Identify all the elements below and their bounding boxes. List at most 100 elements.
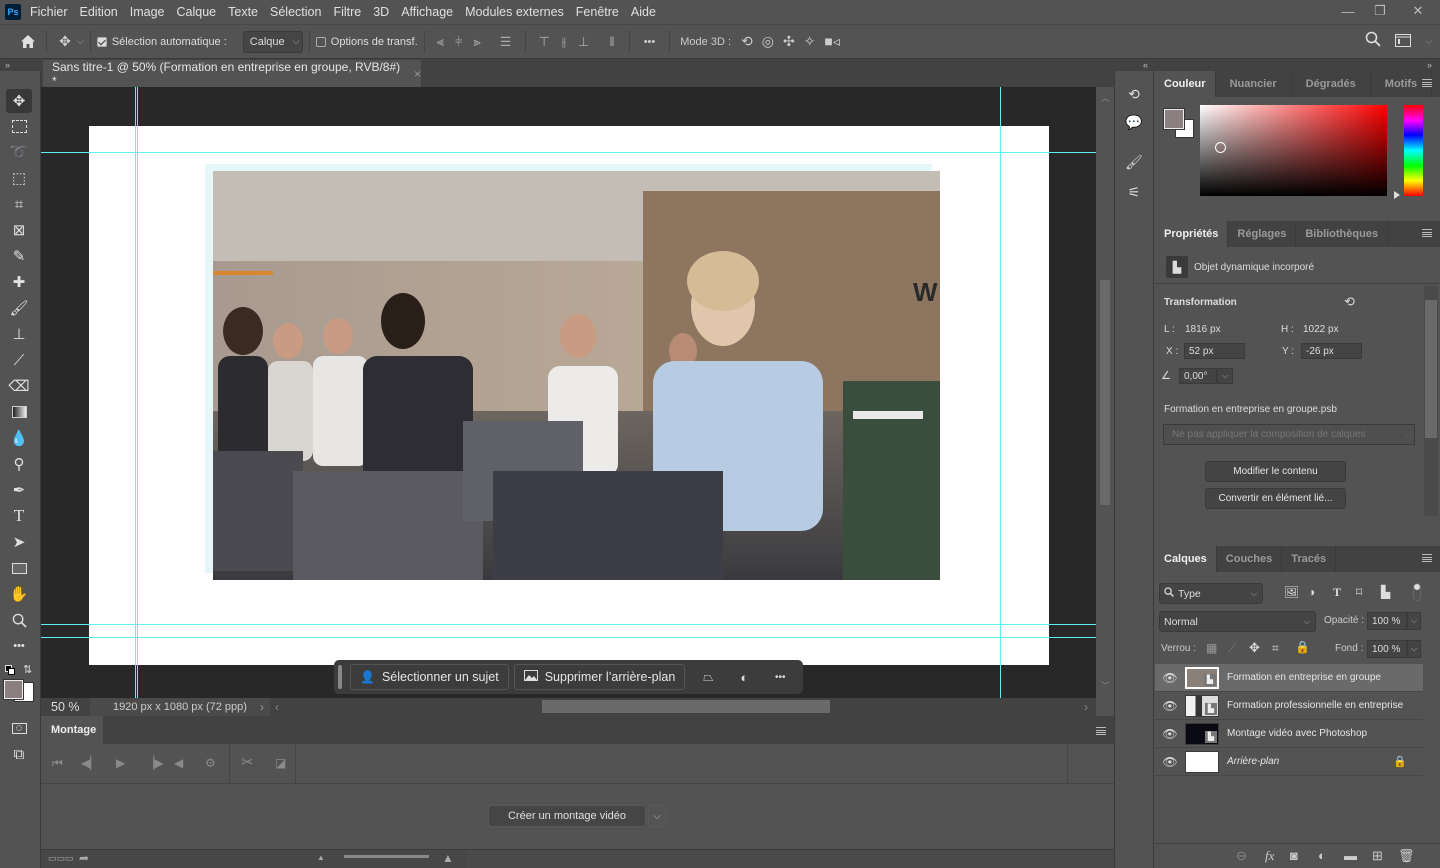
- zoom-out-timeline-icon[interactable]: ▲: [317, 853, 325, 862]
- eyedropper-icon[interactable]: ✎: [6, 244, 32, 268]
- menu-fenetre[interactable]: Fenêtre: [576, 5, 619, 19]
- pen-icon[interactable]: ✒: [6, 478, 32, 502]
- lasso-icon[interactable]: ➰: [6, 140, 32, 164]
- brush-settings-icon[interactable]: 🖌: [1120, 150, 1148, 174]
- visibility-eye-icon[interactable]: 👁: [1155, 755, 1185, 769]
- timeline-zoom-slider[interactable]: [344, 855, 429, 858]
- render-video-icon[interactable]: ➦: [79, 851, 89, 865]
- scroll-up-icon[interactable]: ︿: [1101, 91, 1110, 104]
- menu-affichage[interactable]: Affichage: [401, 5, 453, 19]
- link-layers-icon[interactable]: ⊖: [1236, 848, 1247, 864]
- eraser-icon[interactable]: ⌫: [6, 374, 32, 398]
- transition-icon[interactable]: ◪: [275, 756, 286, 770]
- tab-degrades[interactable]: Dégradés: [1292, 71, 1371, 97]
- filter-pixel-layers-icon[interactable]: 🖼: [1284, 585, 1299, 599]
- settings-icon[interactable]: ⚙: [205, 756, 216, 770]
- screen-mode-icon[interactable]: ⧉: [6, 742, 32, 766]
- transform-options-checkbox[interactable]: Options de transf.: [315, 36, 418, 48]
- opacity-input[interactable]: 100 %: [1367, 612, 1407, 630]
- adjustment-icon[interactable]: ◐: [726, 664, 762, 690]
- align-top-icon[interactable]: ⊤: [538, 34, 549, 50]
- hue-slider-handle[interactable]: [1394, 191, 1400, 199]
- pan-3d-icon[interactable]: ✣: [783, 33, 795, 50]
- layer-effects-fx-icon[interactable]: fx: [1265, 848, 1274, 864]
- distribute-vertical-icon[interactable]: ☰: [500, 34, 512, 50]
- color-picker-cursor[interactable]: [1215, 142, 1226, 153]
- visibility-eye-icon[interactable]: 👁: [1155, 699, 1185, 713]
- layer-row[interactable]: 👁 ▙ Formation en entreprise en groupe: [1155, 664, 1423, 692]
- create-video-timeline-button[interactable]: Créer un montage vidéo: [488, 805, 646, 827]
- lock-transparent-pixels-icon[interactable]: ▦: [1206, 641, 1217, 655]
- hand-tool-icon[interactable]: ✋: [6, 582, 32, 606]
- quick-mask-icon[interactable]: [6, 716, 32, 740]
- play-icon[interactable]: ▶: [116, 756, 125, 770]
- history-brush-icon[interactable]: ⟋: [6, 348, 32, 372]
- audio-icon[interactable]: ◀: [174, 756, 183, 770]
- previous-frame-icon[interactable]: ◀▏: [81, 756, 99, 770]
- align-bottom-icon[interactable]: ⊥: [578, 34, 589, 50]
- timeline-type-dropdown-icon[interactable]: ⌵: [648, 805, 666, 827]
- auto-select-checkbox[interactable]: Sélection automatique :: [96, 36, 227, 48]
- layer-lock-icon[interactable]: 🔒: [1393, 755, 1407, 768]
- frame-icon[interactable]: ⊠: [6, 218, 32, 242]
- healing-brush-icon[interactable]: ✚: [6, 270, 32, 294]
- orbit-3d-icon[interactable]: ⟲: [741, 33, 753, 50]
- tab-reglages[interactable]: Réglages: [1228, 221, 1297, 247]
- layer-filter-dropdown[interactable]: Type ⌵: [1159, 583, 1263, 604]
- move-tool-icon[interactable]: ✥: [53, 30, 77, 54]
- menu-edition[interactable]: Edition: [80, 5, 118, 19]
- scroll-right-icon[interactable]: ›: [1084, 700, 1088, 714]
- minimize-button[interactable]: —: [1332, 0, 1364, 22]
- tab-proprietes[interactable]: Propriétés: [1155, 221, 1229, 247]
- new-adjustment-layer-icon[interactable]: ◐: [1318, 848, 1326, 863]
- crop-icon[interactable]: ⌗: [6, 192, 32, 216]
- camera-3d-icon[interactable]: ■◃: [824, 33, 839, 50]
- toolbar-collapse-icon[interactable]: »: [0, 59, 41, 71]
- zoom-in-timeline-icon[interactable]: ▲: [442, 851, 454, 865]
- more-actions-button[interactable]: •••: [762, 664, 798, 690]
- properties-scroll-thumb[interactable]: [1425, 300, 1437, 438]
- guide-horizontal[interactable]: [41, 624, 1096, 625]
- filter-adjustment-layers-icon[interactable]: ◑: [1308, 585, 1315, 599]
- canvas-area[interactable]: W: [41, 87, 1096, 698]
- type-tool-icon[interactable]: T: [6, 504, 32, 528]
- tab-calques[interactable]: Calques: [1155, 546, 1217, 572]
- history-panel-icon[interactable]: ⟲: [1120, 82, 1148, 106]
- workspace-caret-icon[interactable]: ⌵: [1425, 36, 1432, 47]
- guide-horizontal[interactable]: [41, 637, 1096, 638]
- transform-icon[interactable]: ⏢: [690, 664, 726, 690]
- clone-stamp-icon[interactable]: ⊥: [6, 322, 32, 346]
- zoom-level[interactable]: 50 %: [41, 700, 90, 714]
- layer-photo-formation-en-entreprise[interactable]: W: [213, 171, 940, 580]
- next-frame-icon[interactable]: ▕▶: [145, 756, 163, 770]
- new-group-folder-icon[interactable]: ▬: [1344, 848, 1357, 863]
- tab-couches[interactable]: Couches: [1217, 546, 1283, 572]
- layer-row[interactable]: 👁 ▙ Formation professionnelle en entrepr…: [1155, 692, 1423, 720]
- blend-mode-dropdown[interactable]: Normal ⌵: [1159, 611, 1316, 632]
- adjustments-sliders-icon[interactable]: ⚟: [1120, 180, 1148, 204]
- path-selection-icon[interactable]: ➤: [6, 530, 32, 554]
- zoom-tool-icon[interactable]: [6, 608, 32, 632]
- split-scissors-icon[interactable]: ✂: [241, 753, 254, 771]
- status-expand-icon[interactable]: ›: [260, 700, 264, 714]
- filter-toggle-switch[interactable]: [1413, 583, 1421, 601]
- color-spectrum-field[interactable]: [1200, 105, 1387, 196]
- auto-select-target-dropdown[interactable]: Calque ⌵: [242, 30, 303, 53]
- layer-row[interactable]: 👁 ▙ Montage vidéo avec Photoshop: [1155, 720, 1423, 748]
- frame-animation-icon[interactable]: ▭▭▭: [48, 853, 74, 864]
- rectangular-marquee-icon[interactable]: [6, 114, 32, 138]
- layer-row[interactable]: 👁 Arrière-plan 🔒: [1155, 748, 1423, 776]
- distribute-horizontal-icon[interactable]: ‖: [609, 34, 614, 49]
- tab-nuancier[interactable]: Nuancier: [1216, 71, 1292, 97]
- object-selection-icon[interactable]: ⬚: [6, 166, 32, 190]
- align-middle-v-icon[interactable]: ⫲: [562, 34, 566, 50]
- lock-position-icon[interactable]: ✥: [1249, 640, 1260, 656]
- y-position-input[interactable]: -26 px: [1301, 343, 1362, 359]
- home-icon[interactable]: [16, 30, 40, 54]
- dodge-icon[interactable]: ⚲: [6, 452, 32, 476]
- edit-toolbar-icon[interactable]: •••: [6, 634, 32, 658]
- timeline-menu-icon[interactable]: [1096, 727, 1106, 735]
- filter-type-layers-icon[interactable]: T: [1333, 585, 1341, 600]
- align-center-h-icon[interactable]: ⫩: [455, 34, 462, 50]
- collapse-panels-icon[interactable]: »: [1154, 59, 1440, 71]
